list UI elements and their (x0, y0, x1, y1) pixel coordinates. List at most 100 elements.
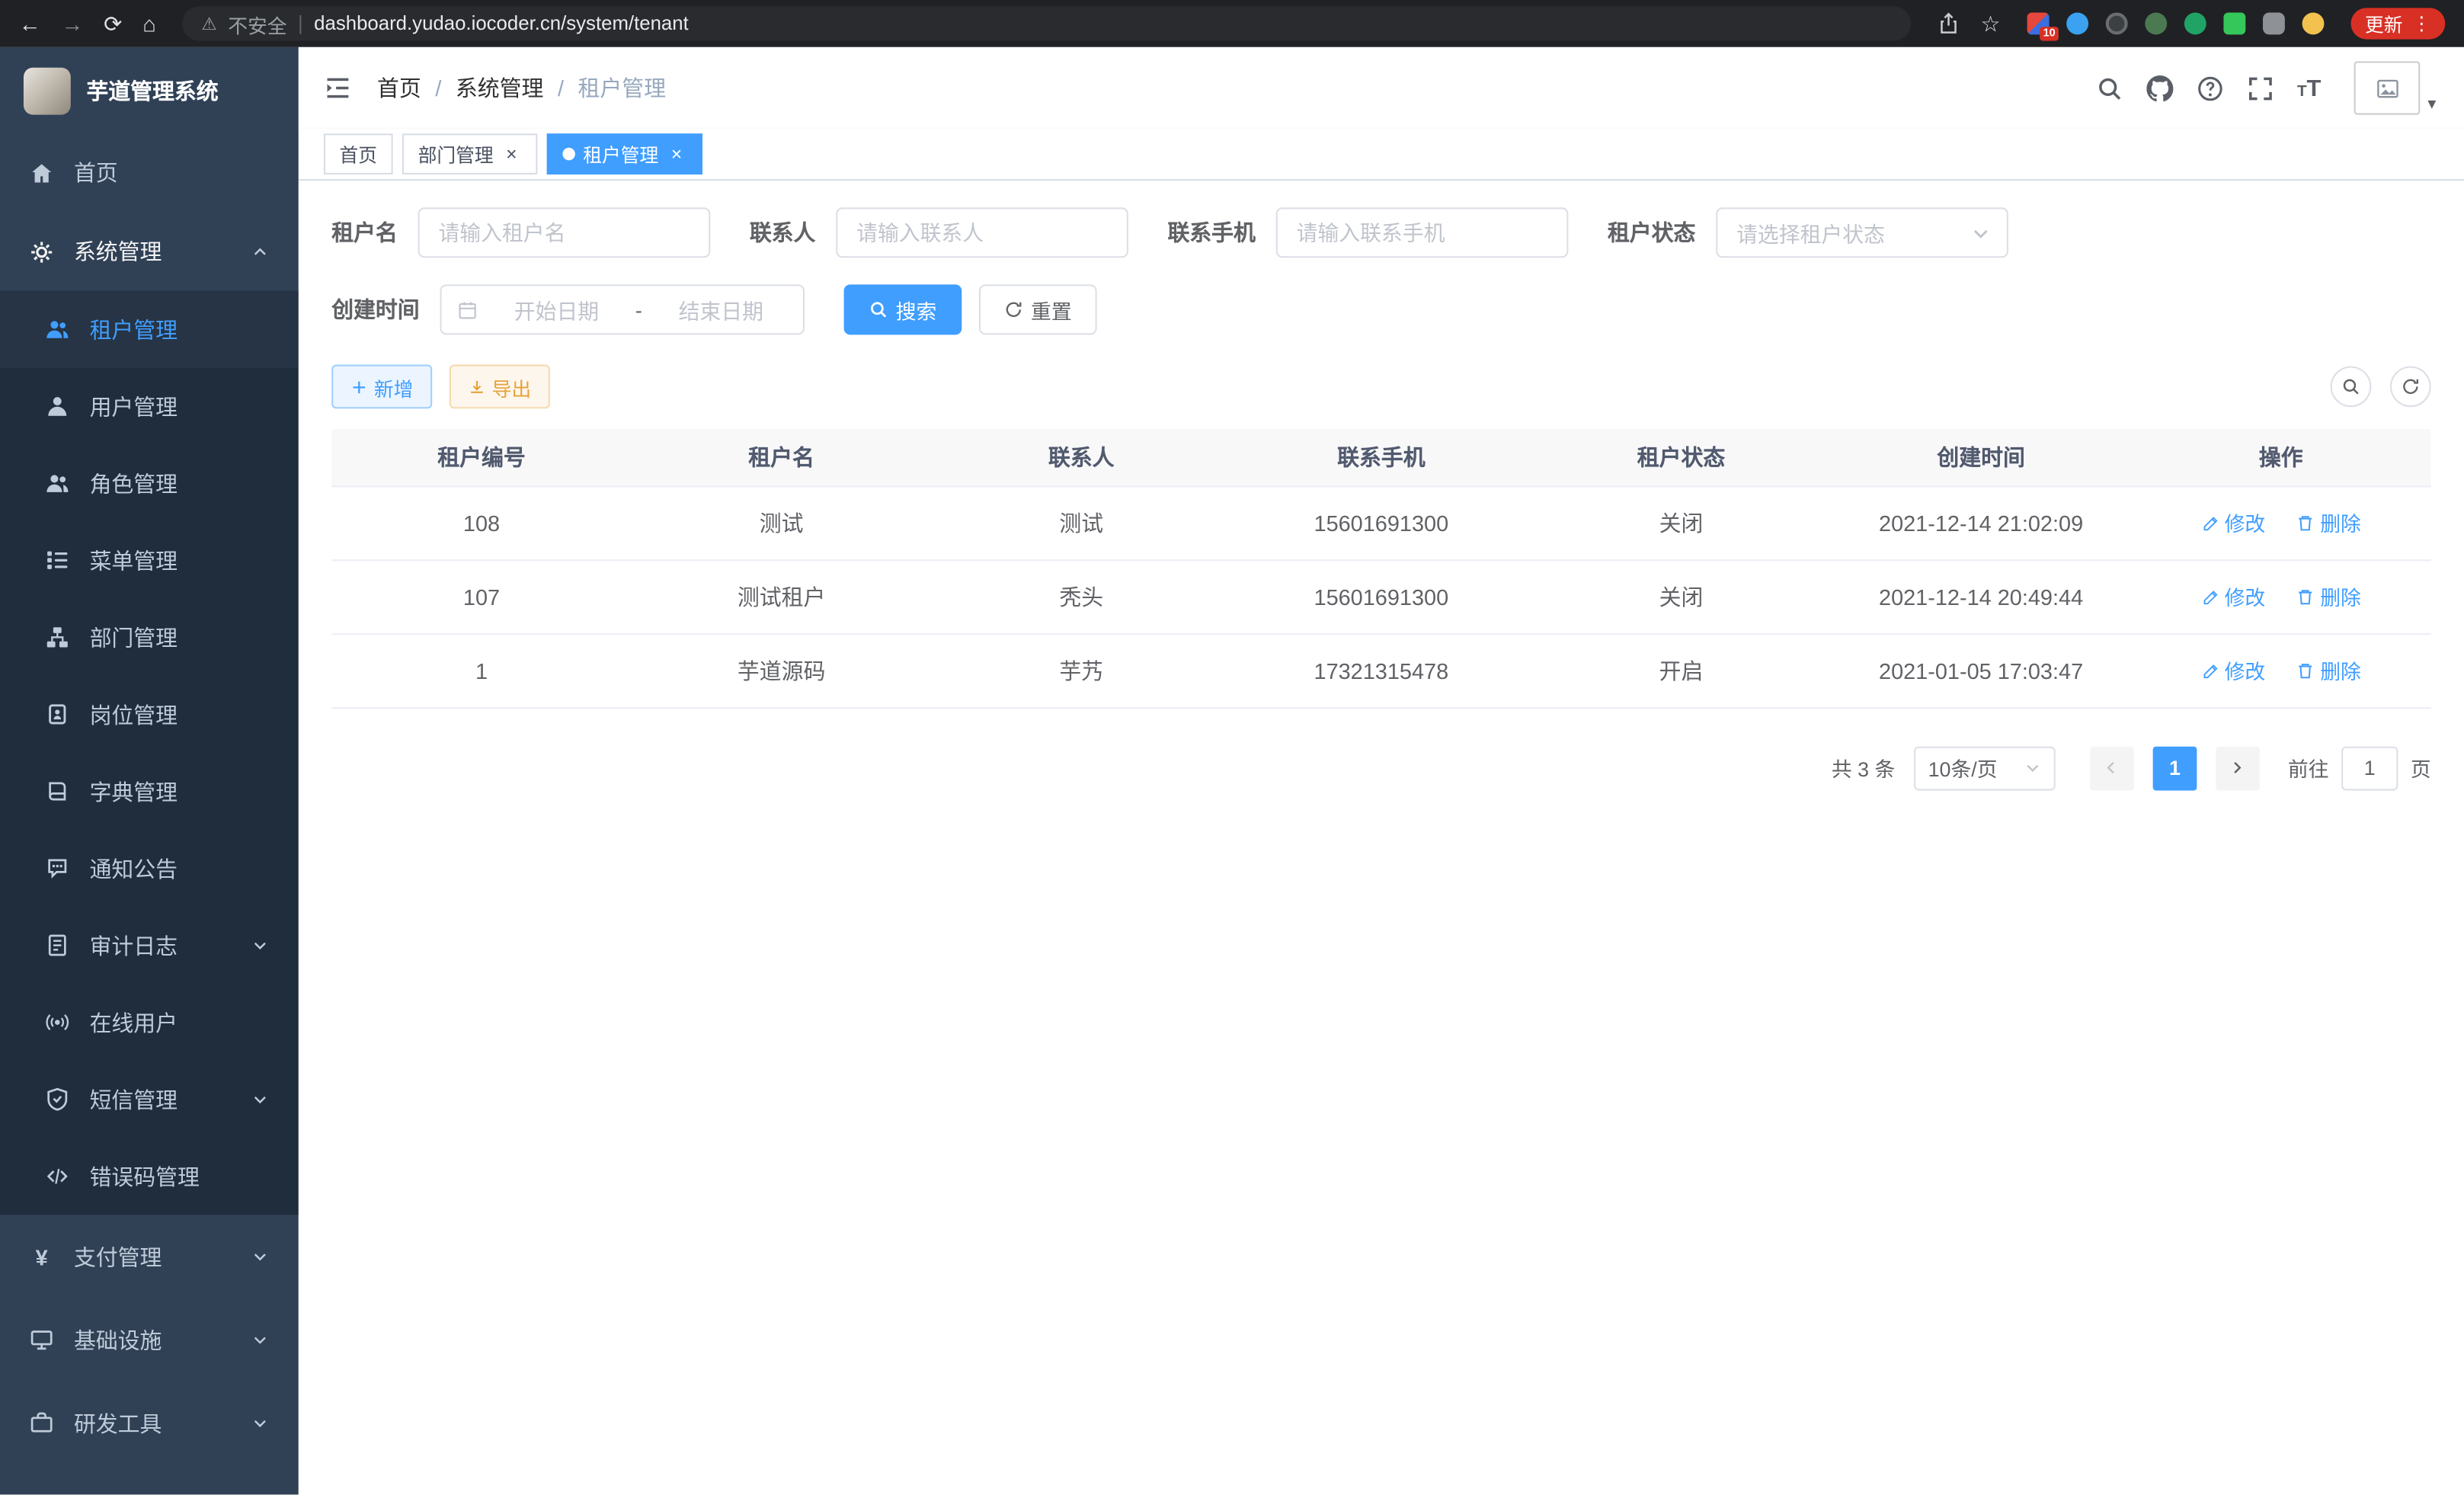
extension-icon[interactable] (2145, 13, 2167, 35)
help-icon[interactable] (2197, 75, 2223, 101)
add-button[interactable]: 新增 (331, 365, 432, 409)
refresh-table-button[interactable] (2390, 367, 2431, 408)
edit-link[interactable]: 修改 (2201, 655, 2266, 685)
sidebar-item-online-user[interactable]: 在线用户 (0, 984, 299, 1061)
sidebar-item-sms[interactable]: 短信管理 (0, 1061, 299, 1138)
caret-down-icon: ▼ (2425, 98, 2439, 112)
sidebar-item-label: 系统管理 (74, 235, 162, 267)
sidebar-item-notice[interactable]: 通知公告 (0, 830, 299, 907)
sidebar-item-menu[interactable]: 菜单管理 (0, 522, 299, 599)
delete-link[interactable]: 删除 (2296, 507, 2361, 537)
tenant-name-label: 租户名 (331, 217, 398, 248)
contact-input[interactable] (836, 207, 1128, 258)
sidebar-item-dept[interactable]: 部门管理 (0, 599, 299, 676)
breadcrumb-item-tenant: 租户管理 (578, 72, 667, 104)
url-text[interactable]: dashboard.yudao.iocoder.cn/system/tenant (314, 13, 689, 35)
reset-button[interactable]: 重置 (979, 284, 1097, 335)
tenant-name-input[interactable] (418, 207, 711, 258)
col-header-contact: 联系人 (931, 429, 1231, 485)
delete-link[interactable]: 删除 (2296, 655, 2361, 685)
sidebar-item-role[interactable]: 角色管理 (0, 445, 299, 522)
start-date-placeholder[interactable]: 开始日期 (491, 294, 623, 325)
col-header-status: 租户状态 (1531, 429, 1832, 485)
sidebar-item-system[interactable]: 系统管理 (0, 212, 299, 290)
tenant-table: 租户编号 租户名 联系人 联系手机 租户状态 创建时间 操作 108 测试 (331, 429, 2431, 708)
sidebar-toggle-icon[interactable] (324, 74, 352, 102)
prev-page-button[interactable] (2090, 746, 2134, 790)
sidebar-item-label: 在线用户 (90, 1007, 178, 1038)
home-button[interactable]: ⌂ (142, 13, 155, 35)
reload-button[interactable]: ⟳ (104, 13, 122, 35)
export-button[interactable]: 导出 (450, 365, 550, 409)
profile-avatar-icon[interactable] (2302, 13, 2325, 35)
security-label[interactable]: 不安全 (228, 8, 286, 38)
font-size-icon[interactable]: TT (2297, 76, 2322, 100)
download-icon (469, 378, 486, 395)
edit-link[interactable]: 修改 (2201, 581, 2266, 611)
forward-button[interactable]: → (61, 13, 83, 35)
user-avatar-menu[interactable]: ▼ (2354, 61, 2439, 114)
sidebar-item-label: 部门管理 (90, 622, 178, 653)
delete-link[interactable]: 删除 (2296, 581, 2361, 611)
sidebar-item-error-code[interactable]: 错误码管理 (0, 1138, 299, 1215)
breadcrumb-item-system[interactable]: 系统管理 (456, 72, 544, 104)
tab-home[interactable]: 首页 (324, 133, 393, 174)
extension-icon[interactable]: 10 (2027, 13, 2050, 35)
close-icon[interactable]: × (667, 144, 687, 165)
sidebar-item-home[interactable]: 首页 (0, 133, 299, 212)
breadcrumb-item-home[interactable]: 首页 (377, 72, 421, 104)
avatar[interactable] (2354, 61, 2421, 114)
sidebar-item-dev-tools[interactable]: 研发工具 (0, 1381, 299, 1465)
people-icon (46, 318, 69, 341)
document-icon (46, 933, 69, 957)
sidebar-item-tenant[interactable]: 租户管理 (0, 291, 299, 368)
contact-phone-input[interactable] (1276, 207, 1569, 258)
show-search-button[interactable] (2331, 367, 2372, 408)
pencil-icon (2201, 661, 2220, 680)
logo-title: 芋道管理系统 (86, 75, 218, 106)
page-size-select[interactable]: 10条/页 (1914, 746, 2056, 790)
page-size-value: 10条/页 (1928, 753, 1998, 783)
bookmark-star-icon[interactable]: ☆ (1981, 13, 2001, 35)
page-number-button[interactable]: 1 (2153, 746, 2197, 790)
back-button[interactable]: ← (19, 13, 41, 35)
search-icon[interactable] (2096, 75, 2123, 101)
share-icon[interactable] (1938, 13, 1960, 35)
tab-dept[interactable]: 部门管理 × (402, 133, 537, 174)
sidebar-item-label: 字典管理 (90, 776, 178, 807)
page-content: 租户名 联系人 联系手机 租户状态 请选择租户状态 (299, 181, 2464, 1494)
github-icon[interactable] (2146, 75, 2173, 101)
cell-status: 关闭 (1531, 559, 1832, 633)
address-bar[interactable]: ⚠ 不安全 | dashboard.yudao.iocoder.cn/syste… (183, 6, 1912, 40)
tenant-status-select[interactable]: 请选择租户状态 (1716, 207, 2008, 258)
extension-icon[interactable] (2106, 13, 2128, 35)
update-button[interactable]: 更新⋮ (2350, 8, 2445, 39)
sidebar-item-payment[interactable]: ¥ 支付管理 (0, 1215, 299, 1298)
next-page-button[interactable] (2216, 746, 2260, 790)
sidebar-item-post[interactable]: 岗位管理 (0, 676, 299, 753)
sidebar-item-dict[interactable]: 字典管理 (0, 753, 299, 830)
close-icon[interactable]: × (501, 144, 522, 165)
sidebar-item-user[interactable]: 用户管理 (0, 368, 299, 445)
create-time-range-picker[interactable]: 开始日期 - 结束日期 (440, 284, 805, 335)
search-button[interactable]: 搜索 (844, 284, 962, 335)
col-header-ops: 操作 (2131, 429, 2431, 485)
logo[interactable]: 芋道管理系统 (0, 47, 299, 133)
trash-icon (2296, 661, 2315, 680)
sidebar-item-infra[interactable]: 基础设施 (0, 1298, 299, 1381)
breadcrumb-separator: / (558, 75, 564, 101)
browser-menu-icon[interactable]: ⋮ (2412, 13, 2431, 35)
goto-label: 前往 (2288, 753, 2329, 783)
puzzle-extensions-icon[interactable] (2263, 13, 2285, 35)
end-date-placeholder[interactable]: 结束日期 (654, 294, 787, 325)
edit-link[interactable]: 修改 (2201, 507, 2266, 537)
fullscreen-icon[interactable] (2247, 75, 2274, 101)
extension-icon[interactable] (2066, 13, 2088, 35)
tab-tenant[interactable]: 租户管理 × (547, 133, 702, 174)
extension-icon[interactable] (2223, 13, 2245, 35)
sidebar-item-audit-log[interactable]: 审计日志 (0, 907, 299, 984)
extension-icon[interactable] (2184, 13, 2206, 35)
sidebar: 芋道管理系统 首页 系统管理 租户管理 用户管理 (0, 47, 299, 1495)
goto-page-input[interactable] (2341, 746, 2398, 790)
cell-phone: 15601691300 (1231, 559, 1531, 633)
